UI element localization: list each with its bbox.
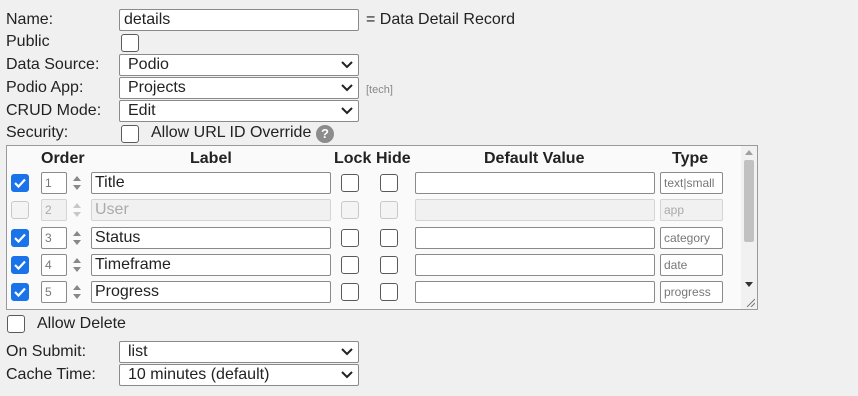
row-type-field: date (660, 254, 723, 276)
row-label-input[interactable]: Status (91, 227, 331, 249)
security-label: Security: (6, 124, 69, 141)
row-enabled-checkbox[interactable] (11, 256, 29, 274)
public-label: Public (6, 33, 50, 50)
table-row: 1 Title text|small (7, 172, 737, 196)
row-hide-checkbox[interactable] (380, 256, 398, 274)
allow-url-id-label: Allow URL ID Override (151, 124, 312, 141)
header-default-value: Default Value (484, 150, 585, 167)
resize-grip-icon[interactable] (745, 297, 755, 307)
row-lock-checkbox[interactable] (341, 201, 359, 219)
row-label-input[interactable]: Timeframe (91, 254, 331, 276)
allow-url-id-checkbox[interactable] (121, 125, 139, 143)
row-enabled-checkbox[interactable] (11, 229, 29, 247)
order-spinner-icon[interactable] (71, 174, 83, 192)
chevron-down-icon (341, 371, 353, 379)
row-order-input[interactable]: 1 (41, 172, 67, 194)
order-spinner-icon[interactable] (71, 283, 83, 301)
cache-time-select[interactable]: 10 minutes (default) (119, 364, 359, 386)
row-enabled-checkbox[interactable] (11, 283, 29, 301)
public-checkbox[interactable] (121, 34, 139, 52)
table-scrollbar[interactable] (741, 146, 757, 309)
data-source-label: Data Source: (6, 56, 100, 73)
podio-app-label: Podio App: (6, 79, 84, 96)
header-hide: Hide (376, 150, 411, 167)
row-hide-checkbox[interactable] (380, 229, 398, 247)
help-icon[interactable]: ? (316, 125, 334, 143)
order-spinner-icon[interactable] (71, 229, 83, 247)
row-type-field: app (660, 199, 723, 221)
row-default-value-input[interactable] (415, 227, 655, 249)
header-label: Label (190, 150, 232, 167)
podio-app-value: Projects (128, 79, 186, 96)
podio-app-select[interactable]: Projects (119, 77, 359, 99)
table-row: 4 Timeframe date (7, 254, 737, 278)
on-submit-select[interactable]: list (119, 341, 359, 363)
table-row: 2 User app (7, 199, 737, 223)
scrollbar-thumb[interactable] (744, 160, 754, 242)
row-order-input[interactable]: 3 (41, 227, 67, 249)
order-spinner-icon[interactable] (71, 256, 83, 274)
row-default-value-input[interactable] (415, 254, 655, 276)
table-row: 3 Status category (7, 227, 737, 251)
row-order-input[interactable]: 4 (41, 254, 67, 276)
row-order-input[interactable]: 2 (41, 199, 67, 221)
row-label-input[interactable]: User (91, 199, 331, 221)
chevron-down-icon (341, 84, 353, 92)
row-hide-checkbox[interactable] (380, 283, 398, 301)
crud-mode-label: CRUD Mode: (6, 102, 102, 119)
row-type-field: category (660, 227, 723, 249)
row-type-field: text|small (660, 172, 723, 194)
row-order-input[interactable]: 5 (41, 281, 67, 303)
on-submit-label: On Submit: (6, 343, 87, 360)
row-lock-checkbox[interactable] (341, 229, 359, 247)
name-input[interactable]: details (119, 9, 359, 31)
crud-mode-select[interactable]: Edit (119, 100, 359, 122)
podio-app-tag: [tech] (366, 84, 393, 96)
cache-time-label: Cache Time: (6, 366, 96, 383)
on-submit-value: list (128, 343, 148, 360)
row-lock-checkbox[interactable] (341, 256, 359, 274)
name-suffix: = Data Detail Record (366, 11, 515, 28)
data-source-value: Podio (128, 56, 169, 73)
row-enabled-checkbox[interactable] (11, 201, 29, 219)
order-spinner-icon[interactable] (71, 201, 83, 219)
cache-time-value: 10 minutes (default) (128, 366, 270, 383)
row-default-value-input[interactable] (415, 172, 655, 194)
allow-delete-label: Allow Delete (37, 315, 126, 332)
header-type: Type (672, 150, 709, 167)
row-hide-checkbox[interactable] (380, 174, 398, 192)
table-row: 5 Progress progress (7, 281, 737, 305)
allow-delete-checkbox[interactable] (7, 315, 25, 333)
row-default-value-input[interactable] (415, 281, 655, 303)
row-label-input[interactable]: Title (91, 172, 331, 194)
scroll-down-icon[interactable] (745, 282, 753, 288)
fields-table: Order Label Lock Hide Default Value Type… (6, 145, 758, 310)
header-lock: Lock (334, 150, 372, 167)
row-lock-checkbox[interactable] (341, 174, 359, 192)
row-lock-checkbox[interactable] (341, 283, 359, 301)
row-label-input[interactable]: Progress (91, 281, 331, 303)
scroll-up-icon[interactable] (745, 149, 753, 155)
header-order: Order (41, 150, 85, 167)
chevron-down-icon (341, 348, 353, 356)
row-enabled-checkbox[interactable] (11, 174, 29, 192)
row-hide-checkbox[interactable] (380, 201, 398, 219)
crud-mode-value: Edit (128, 102, 156, 119)
data-source-select[interactable]: Podio (119, 54, 359, 76)
row-type-field: progress (660, 281, 723, 303)
row-default-value-input[interactable] (415, 199, 655, 221)
chevron-down-icon (341, 107, 353, 115)
chevron-down-icon (341, 61, 353, 69)
name-label: Name: (6, 11, 54, 28)
